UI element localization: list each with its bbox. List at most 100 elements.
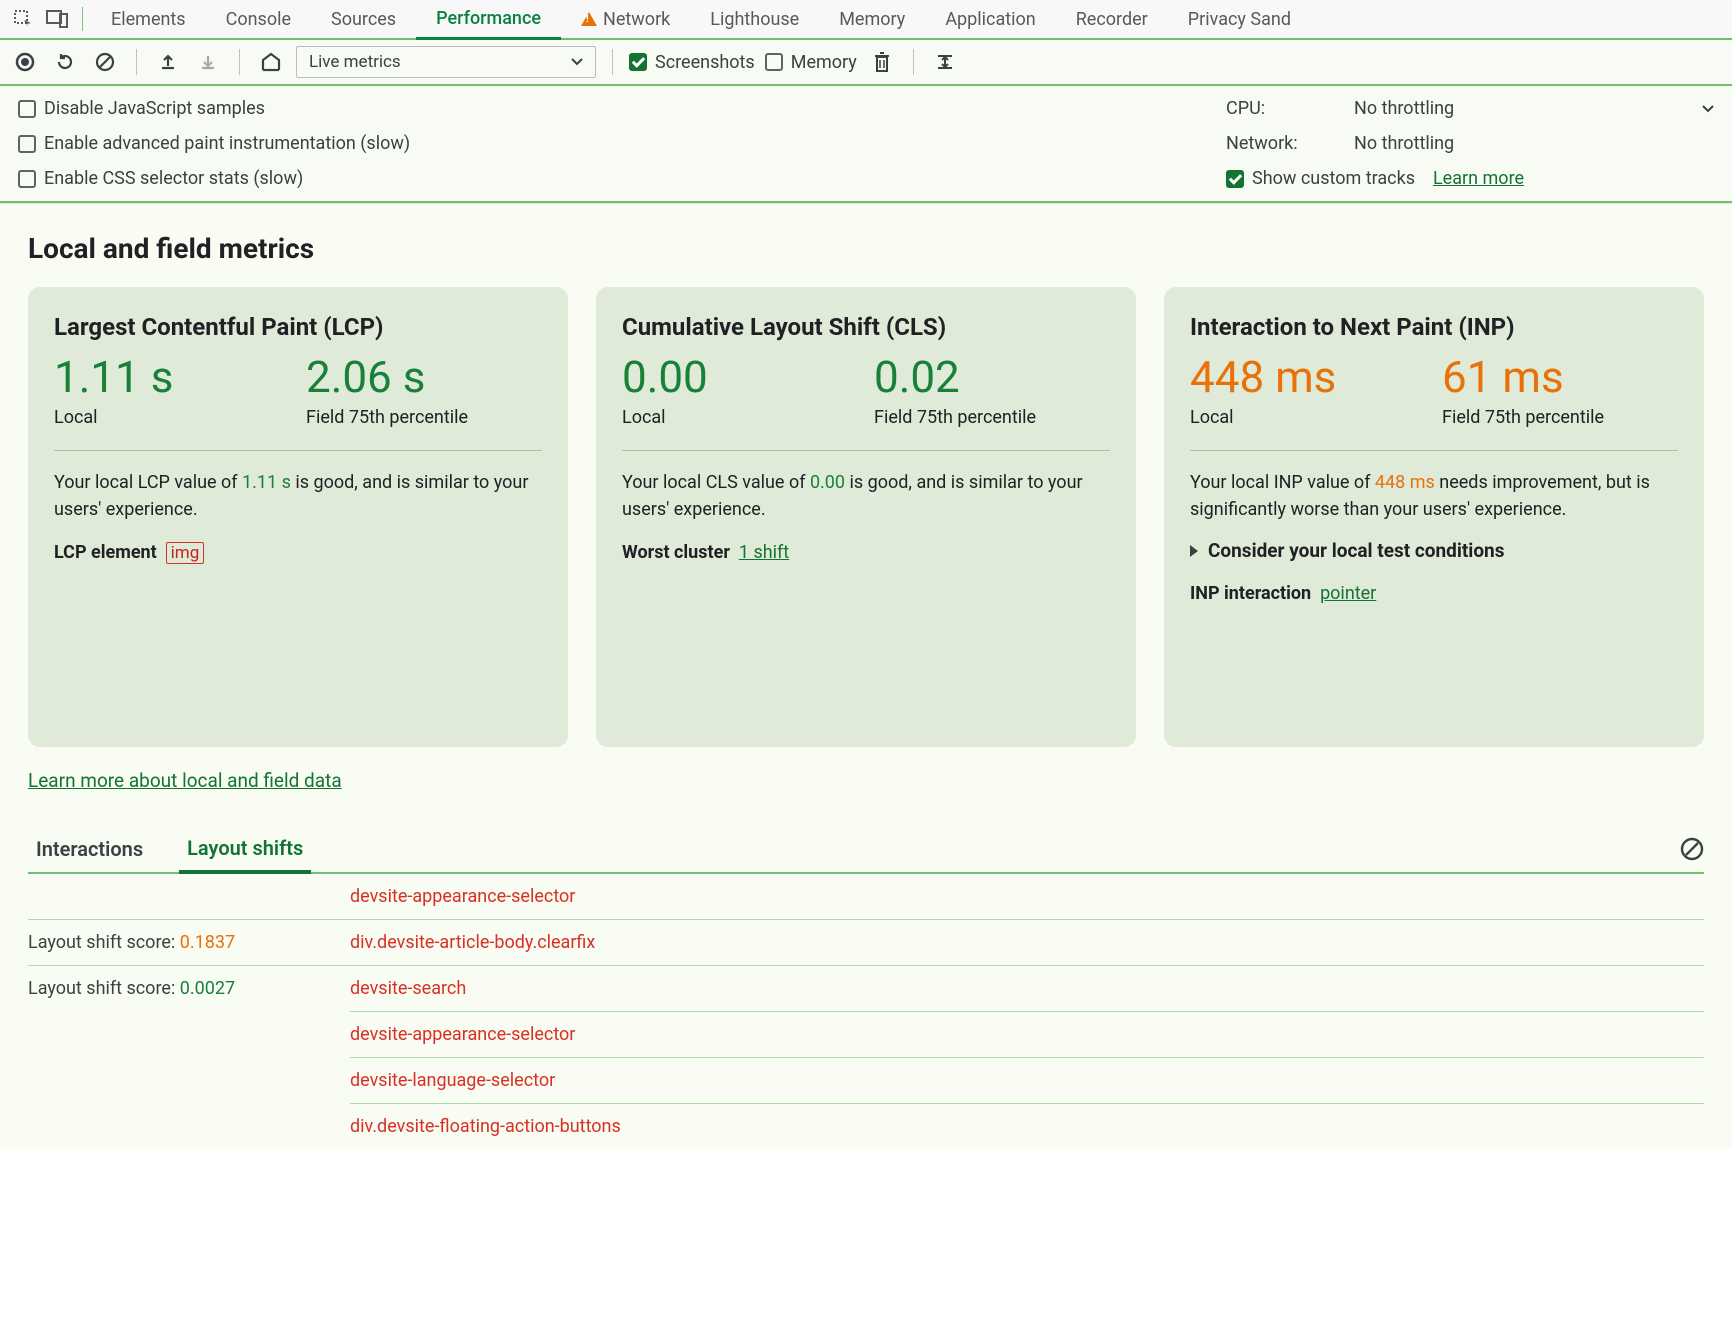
separator	[913, 49, 914, 75]
performance-settings: Disable JavaScript samples Enable advanc…	[0, 86, 1732, 203]
inp-local-value: 448 ms	[1190, 355, 1426, 399]
lcp-title: Largest Contentful Paint (LCP)	[54, 313, 542, 341]
chevron-right-icon	[1190, 545, 1198, 557]
lcp-element-link[interactable]: img	[166, 542, 205, 564]
inp-description: Your local INP value of 448 ms needs imp…	[1190, 469, 1678, 523]
tab-interactions[interactable]: Interactions	[28, 837, 151, 871]
chevron-down-icon	[1702, 105, 1714, 113]
gc-icon[interactable]	[867, 47, 897, 77]
inp-card: Interaction to Next Paint (INP) 448 ms L…	[1164, 287, 1704, 747]
custom-tracks-learn-more-link[interactable]: Learn more	[1433, 168, 1524, 189]
tab-application[interactable]: Application	[925, 0, 1055, 39]
memory-checkbox[interactable]: Memory	[765, 52, 857, 73]
shift-node-link[interactable]: devsite-appearance-selector	[350, 886, 1704, 907]
checkbox-icon	[18, 170, 36, 188]
inp-expand-conditions[interactable]: Consider your local test conditions	[1190, 539, 1678, 562]
network-label: Network:	[1226, 133, 1336, 154]
network-throttling-select[interactable]: No throttling	[1354, 133, 1714, 154]
metrics-mode-select[interactable]: Live metrics	[296, 46, 596, 78]
checkbox-icon	[629, 53, 647, 71]
lcp-field-label: Field 75th percentile	[306, 407, 542, 428]
inp-title: Interaction to Next Paint (INP)	[1190, 313, 1678, 341]
checkbox-icon	[1226, 170, 1244, 188]
inp-interaction-row: INP interaction pointer	[1190, 580, 1678, 607]
shift-node-link[interactable]: devsite-search	[350, 978, 1704, 1012]
tab-performance[interactable]: Performance	[416, 0, 561, 40]
shift-node-link[interactable]: div.devsite-floating-action-buttons	[350, 1104, 1704, 1137]
list-item: Layout shift score: 0.0027 devsite-searc…	[28, 966, 1704, 1149]
live-metrics-panel: Local and field metrics Largest Contentf…	[0, 203, 1732, 1149]
device-toolbar-icon[interactable]	[40, 2, 74, 36]
lcp-local-value: 1.11 s	[54, 355, 290, 399]
cls-field-label: Field 75th percentile	[874, 407, 1110, 428]
shift-node-link[interactable]: div.devsite-article-body.clearfix	[350, 932, 1704, 953]
custom-tracks-checkbox[interactable]: Show custom tracks	[1226, 168, 1415, 189]
inspect-element-icon[interactable]	[6, 2, 40, 36]
inp-field-label: Field 75th percentile	[1442, 407, 1678, 428]
clear-log-icon[interactable]	[1680, 837, 1704, 871]
checkbox-icon	[18, 100, 36, 118]
shortcuts-icon[interactable]	[930, 47, 960, 77]
lcp-element-row: LCP element img	[54, 539, 542, 567]
cpu-throttling-select[interactable]: No throttling	[1354, 98, 1714, 119]
warning-icon	[581, 12, 597, 26]
separator	[239, 49, 240, 75]
inp-field-value: 61 ms	[1442, 355, 1678, 399]
cls-local-value: 0.00	[622, 355, 858, 399]
checkbox-icon	[765, 53, 783, 71]
cls-title: Cumulative Layout Shift (CLS)	[622, 313, 1110, 341]
tab-privacy-sandbox[interactable]: Privacy Sand	[1168, 0, 1311, 39]
shift-score: 0.1837	[180, 932, 235, 953]
list-item: devsite-appearance-selector	[28, 874, 1704, 920]
cls-worst-link[interactable]: 1 shift	[739, 542, 789, 563]
disable-js-samples-checkbox[interactable]: Disable JavaScript samples	[18, 98, 410, 119]
select-value: Live metrics	[309, 52, 401, 72]
cls-worst-row: Worst cluster 1 shift	[622, 539, 1110, 566]
lcp-local-label: Local	[54, 407, 290, 428]
log-tabs: Interactions Layout shifts	[28, 836, 1704, 874]
performance-toolbar: Live metrics Screenshots Memory	[0, 40, 1732, 86]
cls-description: Your local CLS value of 0.00 is good, an…	[622, 469, 1110, 523]
shift-score: 0.0027	[180, 978, 235, 999]
tab-lighthouse[interactable]: Lighthouse	[690, 0, 819, 39]
cls-card: Cumulative Layout Shift (CLS) 0.00 Local…	[596, 287, 1136, 747]
separator	[82, 7, 83, 31]
divider	[54, 450, 542, 451]
chevron-down-icon	[571, 58, 583, 66]
history-icon[interactable]	[256, 47, 286, 77]
screenshots-checkbox[interactable]: Screenshots	[629, 52, 755, 73]
download-icon[interactable]	[193, 47, 223, 77]
shift-node-link[interactable]: devsite-appearance-selector	[350, 1012, 1704, 1058]
record-icon[interactable]	[10, 47, 40, 77]
separator	[136, 49, 137, 75]
tab-network[interactable]: Network	[561, 0, 690, 39]
clear-icon[interactable]	[90, 47, 120, 77]
separator	[612, 49, 613, 75]
checkbox-icon	[18, 135, 36, 153]
upload-icon[interactable]	[153, 47, 183, 77]
tab-sources[interactable]: Sources	[311, 0, 416, 39]
lcp-card: Largest Contentful Paint (LCP) 1.11 s Lo…	[28, 287, 568, 747]
section-title: Local and field metrics	[28, 232, 1704, 265]
learn-more-link[interactable]: Learn more about local and field data	[28, 769, 342, 792]
lcp-description: Your local LCP value of 1.11 s is good, …	[54, 469, 542, 523]
lcp-field-value: 2.06 s	[306, 355, 542, 399]
tab-elements[interactable]: Elements	[91, 0, 206, 39]
reload-icon[interactable]	[50, 47, 80, 77]
divider	[622, 450, 1110, 451]
layout-shift-list: devsite-appearance-selector Layout shift…	[28, 874, 1704, 1149]
tab-recorder[interactable]: Recorder	[1056, 0, 1168, 39]
cls-local-label: Local	[622, 407, 858, 428]
tab-layout-shifts[interactable]: Layout shifts	[179, 836, 311, 874]
css-selector-stats-checkbox[interactable]: Enable CSS selector stats (slow)	[18, 168, 410, 189]
devtools-tab-strip: Elements Console Sources Performance Net…	[0, 0, 1732, 40]
advanced-paint-checkbox[interactable]: Enable advanced paint instrumentation (s…	[18, 133, 410, 154]
inp-local-label: Local	[1190, 407, 1426, 428]
tab-console[interactable]: Console	[206, 0, 311, 39]
list-item: Layout shift score: 0.1837 div.devsite-a…	[28, 920, 1704, 966]
divider	[1190, 450, 1678, 451]
shift-node-link[interactable]: devsite-language-selector	[350, 1058, 1704, 1104]
cpu-label: CPU:	[1226, 98, 1336, 119]
tab-memory[interactable]: Memory	[819, 0, 925, 39]
inp-interaction-link[interactable]: pointer	[1320, 583, 1376, 604]
